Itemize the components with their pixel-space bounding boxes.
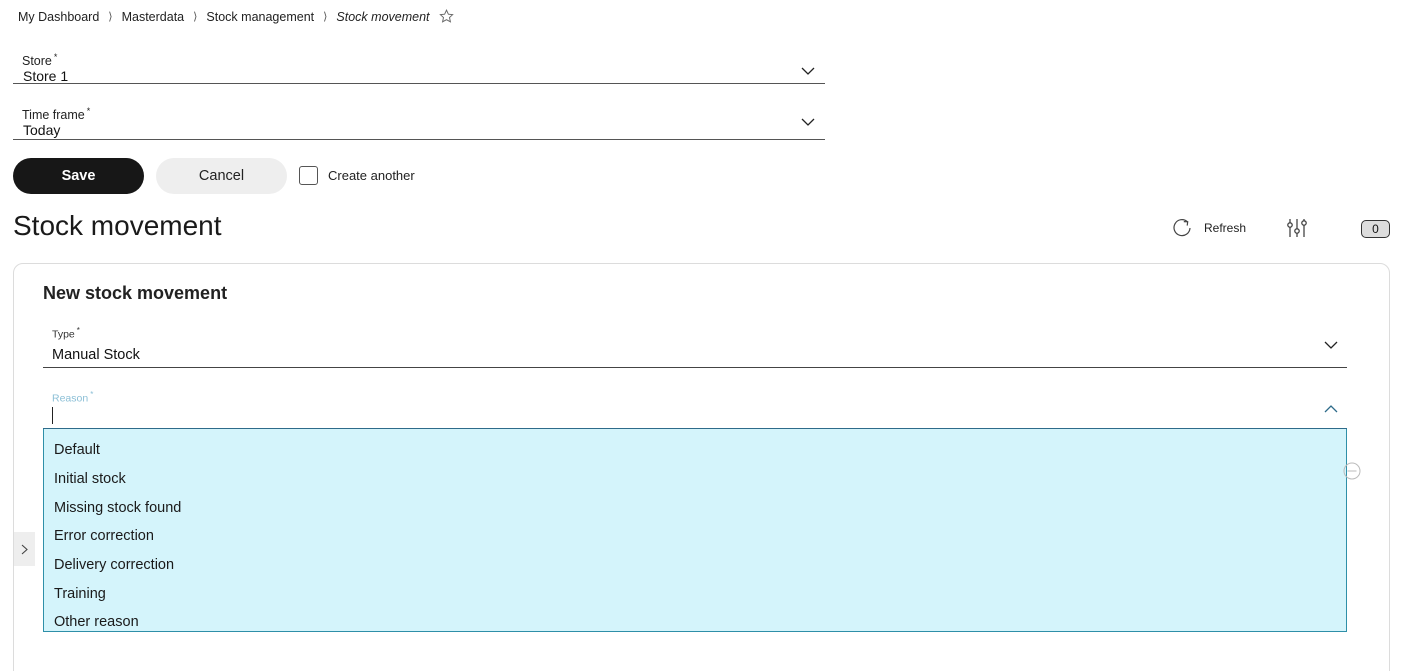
breadcrumb-current: Stock movement (336, 9, 430, 24)
side-panel-toggle[interactable] (14, 532, 35, 566)
time-frame-select[interactable]: Time frame * Today (13, 104, 825, 140)
type-select[interactable]: Type * Manual Stock (43, 325, 1347, 368)
type-label: Type * (52, 326, 80, 341)
create-another-checkbox[interactable] (299, 166, 318, 185)
text-caret (52, 407, 53, 424)
create-another-label: Create another (328, 168, 415, 183)
chevron-right-icon (21, 544, 28, 554)
breadcrumb-separator: ⟩ (193, 11, 198, 23)
reason-option-initial-stock[interactable]: Initial stock (44, 465, 1346, 494)
reason-option-other-reason[interactable]: Other reason (44, 608, 1346, 637)
chevron-down-icon (801, 118, 815, 126)
breadcrumb-masterdata[interactable]: Masterdata (122, 10, 185, 24)
store-select[interactable]: Store * Store 1 (13, 50, 825, 84)
refresh-button[interactable]: Refresh (1171, 217, 1246, 239)
store-value: Store 1 (23, 68, 69, 85)
save-button[interactable]: Save (13, 158, 144, 194)
refresh-label: Refresh (1204, 221, 1247, 235)
card-title: New stock movement (43, 283, 228, 303)
reason-option-missing-stock-found[interactable]: Missing stock found (44, 493, 1346, 522)
refresh-icon (1173, 219, 1191, 237)
cancel-button[interactable]: Cancel (156, 158, 287, 194)
breadcrumb-separator: ⟩ (108, 11, 113, 23)
reason-option-error-correction[interactable]: Error correction (44, 522, 1346, 551)
reason-option-default[interactable]: Default (44, 436, 1346, 465)
breadcrumb: My Dashboard ⟩ Masterdata ⟩ Stock manage… (18, 9, 454, 24)
minus-circle-icon[interactable] (1343, 462, 1361, 480)
chevron-down-icon (801, 67, 815, 75)
time-frame-value: Today (23, 122, 61, 139)
page-title: Stock movement (13, 210, 222, 241)
sliders-icon[interactable] (1286, 217, 1308, 239)
create-another-toggle[interactable]: Create another (299, 166, 415, 185)
chevron-down-icon (1324, 341, 1338, 349)
store-label: Store * (22, 52, 58, 69)
reason-label: Reason * (52, 390, 94, 405)
reason-dropdown: Default Initial stock Missing stock foun… (43, 429, 1347, 632)
time-frame-label: Time frame * (22, 106, 91, 123)
reason-option-training[interactable]: Training (44, 579, 1346, 608)
chevron-up-icon[interactable] (1324, 405, 1338, 413)
count-badge: 0 (1361, 220, 1390, 238)
star-outline-icon[interactable] (438, 9, 454, 24)
reason-option-delivery-correction[interactable]: Delivery correction (44, 551, 1346, 580)
breadcrumb-separator: ⟩ (323, 11, 328, 23)
breadcrumb-stock-management[interactable]: Stock management (206, 10, 314, 24)
new-stock-movement-card: New stock movement Type * Manual Stock Re… (13, 263, 1390, 671)
breadcrumb-my-dashboard[interactable]: My Dashboard (18, 10, 99, 24)
type-value: Manual Stock (52, 346, 140, 363)
reason-input[interactable]: Reason * (43, 389, 1347, 429)
